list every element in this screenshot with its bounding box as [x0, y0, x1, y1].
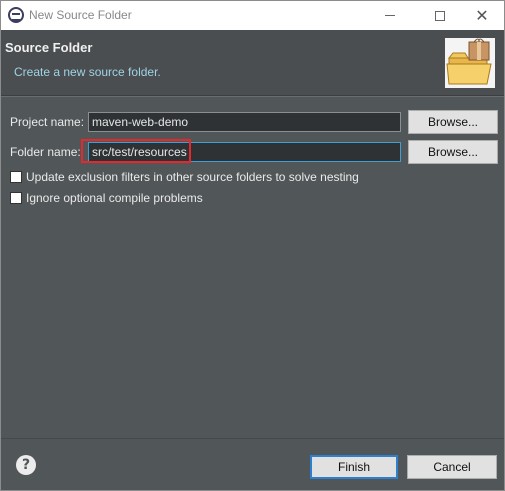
project-name-field[interactable]	[88, 112, 401, 132]
header-separator	[1, 95, 504, 97]
update-exclusion-label: Update exclusion filters in other source…	[26, 170, 359, 184]
browse-project-button[interactable]: Browse...	[408, 110, 498, 134]
ignore-optional-option[interactable]: Ignore optional compile problems	[10, 191, 203, 205]
eclipse-icon	[8, 7, 24, 23]
minimize-icon	[385, 15, 395, 16]
window-title: New Source Folder	[29, 8, 132, 22]
close-button[interactable]: ✕	[459, 1, 505, 30]
wizard-header: Source Folder Create a new source folder…	[1, 30, 504, 95]
browse-folder-button[interactable]: Browse...	[408, 140, 498, 164]
project-name-label: Project name:	[10, 115, 85, 129]
help-icon[interactable]: ?	[16, 455, 36, 475]
update-exclusion-option[interactable]: Update exclusion filters in other source…	[10, 170, 359, 184]
folder-name-field[interactable]	[88, 142, 401, 162]
dialog-window: New Source Folder ✕ Source Folder Create…	[0, 0, 505, 491]
update-exclusion-checkbox[interactable]	[10, 171, 22, 183]
page-description: Create a new source folder.	[14, 65, 161, 79]
ignore-optional-checkbox[interactable]	[10, 192, 22, 204]
folder-name-label: Folder name:	[10, 145, 81, 159]
title-bar: New Source Folder ✕	[1, 1, 504, 30]
page-title: Source Folder	[5, 40, 93, 55]
footer-separator	[1, 438, 504, 439]
close-icon: ✕	[475, 5, 489, 25]
minimize-button[interactable]	[367, 1, 413, 30]
maximize-button[interactable]	[417, 1, 463, 30]
finish-button[interactable]: Finish	[310, 455, 398, 479]
folder-package-icon	[445, 38, 495, 88]
cancel-button[interactable]: Cancel	[407, 455, 497, 479]
maximize-icon	[435, 10, 445, 21]
ignore-optional-label: Ignore optional compile problems	[26, 191, 203, 205]
